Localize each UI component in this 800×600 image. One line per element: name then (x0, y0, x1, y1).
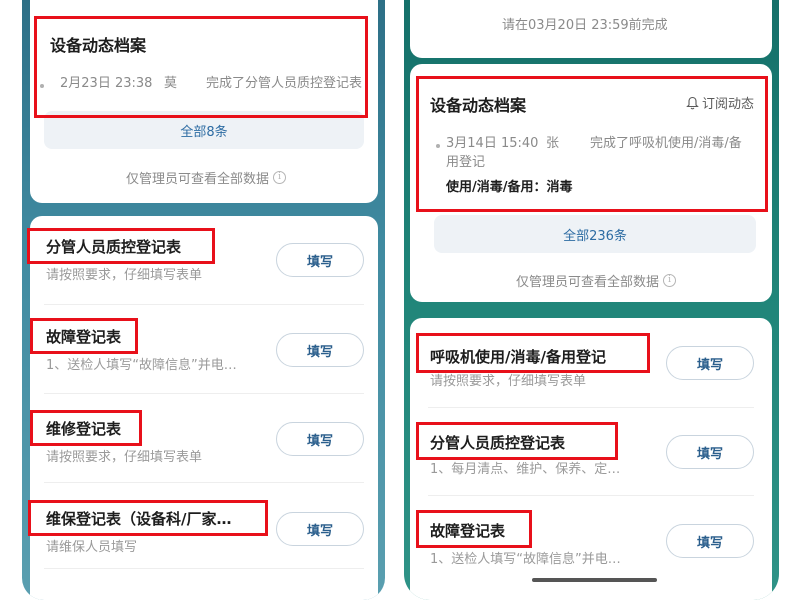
archive-card: 设备动态档案 订阅动态 3月14日 15:40 张 完成了呼吸机使用/消毒/备 … (410, 64, 772, 302)
entry-time: 2月23日 23:38 (60, 76, 153, 91)
deadline-card: 请在03月20日 23:59前完成 (410, 0, 772, 58)
form-title: 分管人员质控登记表 (430, 434, 566, 452)
fill-button[interactable]: 填写 (666, 435, 754, 469)
forms-card: 呼吸机使用/消毒/备用登记 请按照要求，仔细填写表单 填写 分管人员质控登记表 … (410, 318, 772, 600)
entry-time: 3月14日 15:40 (446, 136, 539, 151)
home-indicator (532, 578, 657, 582)
form-title: 呼吸机使用/消毒/备用登记 (430, 348, 606, 366)
fill-button[interactable]: 填写 (666, 346, 754, 380)
info-icon[interactable]: i (273, 171, 287, 184)
admin-note: 仅管理员可查看全部数据 i (516, 271, 677, 290)
entry-user: 张 (546, 136, 560, 151)
entry-action-cont: 用登记 (446, 155, 486, 170)
subscribe-link[interactable]: 订阅动态 (686, 93, 754, 112)
fill-button[interactable]: 填写 (276, 512, 364, 546)
divider (428, 495, 754, 496)
fill-button[interactable]: 填写 (276, 333, 364, 367)
form-title: 维修登记表 (46, 420, 122, 438)
fill-button[interactable]: 填写 (666, 524, 754, 558)
form-desc: 请按照要求，仔细填写表单 (430, 374, 587, 389)
archive-title: 设备动态档案 (430, 96, 527, 115)
left-phone-screen: 设备动态档案 2月23日 23:38 莫 完成了分管人员质控登记表 全部8条 仅… (22, 0, 385, 600)
form-title: 故障登记表 (46, 328, 122, 346)
fill-button[interactable]: 填写 (276, 422, 364, 456)
view-all-button[interactable]: 全部8条 (44, 111, 364, 149)
entry-bullet (40, 84, 44, 88)
admin-note-text: 仅管理员可查看全部数据 (126, 172, 270, 187)
form-desc: 请按照要求，仔细填写表单 (46, 450, 203, 465)
bell-icon (686, 96, 699, 109)
view-all-button[interactable]: 全部236条 (434, 215, 756, 253)
divider (44, 482, 364, 483)
form-title: 维保登记表（设备科/厂家… (46, 510, 232, 528)
admin-note: 仅管理员可查看全部数据 i (126, 168, 287, 187)
divider (44, 393, 364, 394)
info-icon[interactable]: i (663, 274, 677, 287)
divider (44, 304, 364, 305)
subscribe-label: 订阅动态 (702, 97, 755, 112)
entry-action: 完成了分管人员质控登记表 (206, 76, 363, 91)
divider (428, 407, 754, 408)
forms-card: 分管人员质控登记表 请按照要求，仔细填写表单 填写 故障登记表 1、送检人填写“… (30, 216, 378, 600)
entry-bullet (436, 144, 440, 148)
form-desc: 1、送检人填写“故障信息”并电… (46, 358, 237, 373)
archive-title: 设备动态档案 (50, 36, 147, 55)
deadline-notice: 请在03月20日 23:59前完成 (502, 18, 668, 33)
divider (44, 568, 364, 569)
entry-user: 莫 (164, 76, 178, 91)
admin-note-text: 仅管理员可查看全部数据 (516, 275, 660, 290)
archive-card: 设备动态档案 2月23日 23:38 莫 完成了分管人员质控登记表 全部8条 仅… (30, 0, 378, 203)
form-desc: 1、送检人填写“故障信息”并电… (430, 552, 621, 567)
fill-button[interactable]: 填写 (276, 243, 364, 277)
right-phone-screen: 请在03月20日 23:59前完成 设备动态档案 订阅动态 3月14日 15:4… (404, 0, 779, 600)
form-desc: 请按照要求，仔细填写表单 (46, 268, 203, 283)
entry-action: 完成了呼吸机使用/消毒/备 (590, 136, 742, 151)
form-title: 故障登记表 (430, 522, 506, 540)
form-desc: 请维保人员填写 (46, 540, 138, 555)
form-title: 分管人员质控登记表 (46, 238, 182, 256)
form-desc: 1、每月清点、维护、保养、定… (430, 462, 621, 477)
entry-detail: 使用/消毒/备用：消毒 (446, 180, 573, 195)
